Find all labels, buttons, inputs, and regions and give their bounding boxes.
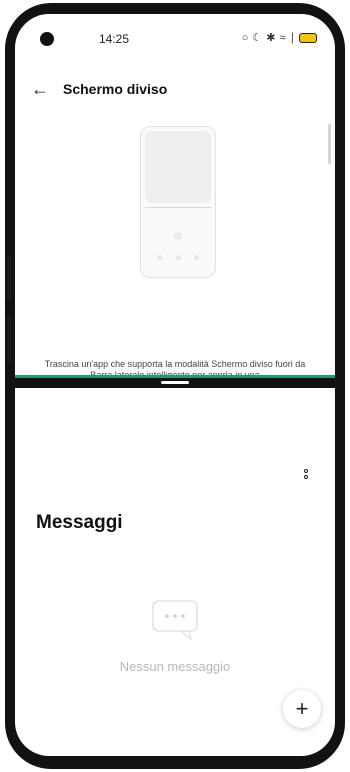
- screen: 14:25 ○ ☾ ✱ ≈ ∣ ← Schermo diviso Trascin…: [15, 14, 335, 756]
- illustration-touch-dot: [174, 232, 182, 240]
- status-time: 14:25: [99, 32, 130, 46]
- bluetooth-icon: ✱: [266, 32, 276, 44]
- empty-state-text: Nessun messaggio: [119, 659, 231, 674]
- split-screen-illustration: [140, 126, 216, 278]
- illustration-dock-dot: [157, 255, 162, 260]
- plus-icon: +: [295, 696, 309, 721]
- illustration-dock-dot: [194, 255, 199, 260]
- header: ← Schermo diviso: [31, 80, 167, 98]
- signal-icon: ∣: [289, 32, 296, 44]
- power-button: [7, 315, 11, 363]
- scrollbar[interactable]: [328, 124, 331, 164]
- front-camera: [40, 32, 54, 46]
- do-not-disturb-icon: ☾: [252, 32, 263, 44]
- illustration-divider: [145, 207, 211, 208]
- more-dot: [304, 469, 308, 473]
- more-vertical-icon[interactable]: [303, 469, 309, 479]
- more-dot: [304, 475, 308, 479]
- illustration-top-pane: [145, 131, 211, 203]
- illustration-dock: [157, 255, 199, 261]
- empty-chat-icon: [152, 600, 198, 641]
- messages-title: Messaggi: [36, 512, 123, 533]
- arrow-left-icon[interactable]: ←: [31, 80, 49, 98]
- alarm-icon: ○: [241, 31, 249, 44]
- illustration-dock-dot: [175, 255, 181, 260]
- split-drag-handle[interactable]: [161, 381, 189, 384]
- device: 14:25 ○ ☾ ✱ ≈ ∣ ← Schermo diviso Trascin…: [0, 0, 350, 772]
- page-title: Schermo diviso: [63, 81, 168, 97]
- status-icons: ○ ☾ ✱ ≈ ∣: [242, 31, 317, 44]
- volume-button: [7, 255, 11, 300]
- new-message-button[interactable]: +: [283, 690, 321, 728]
- wifi-icon: ≈: [279, 31, 286, 44]
- battery-icon: [299, 32, 317, 43]
